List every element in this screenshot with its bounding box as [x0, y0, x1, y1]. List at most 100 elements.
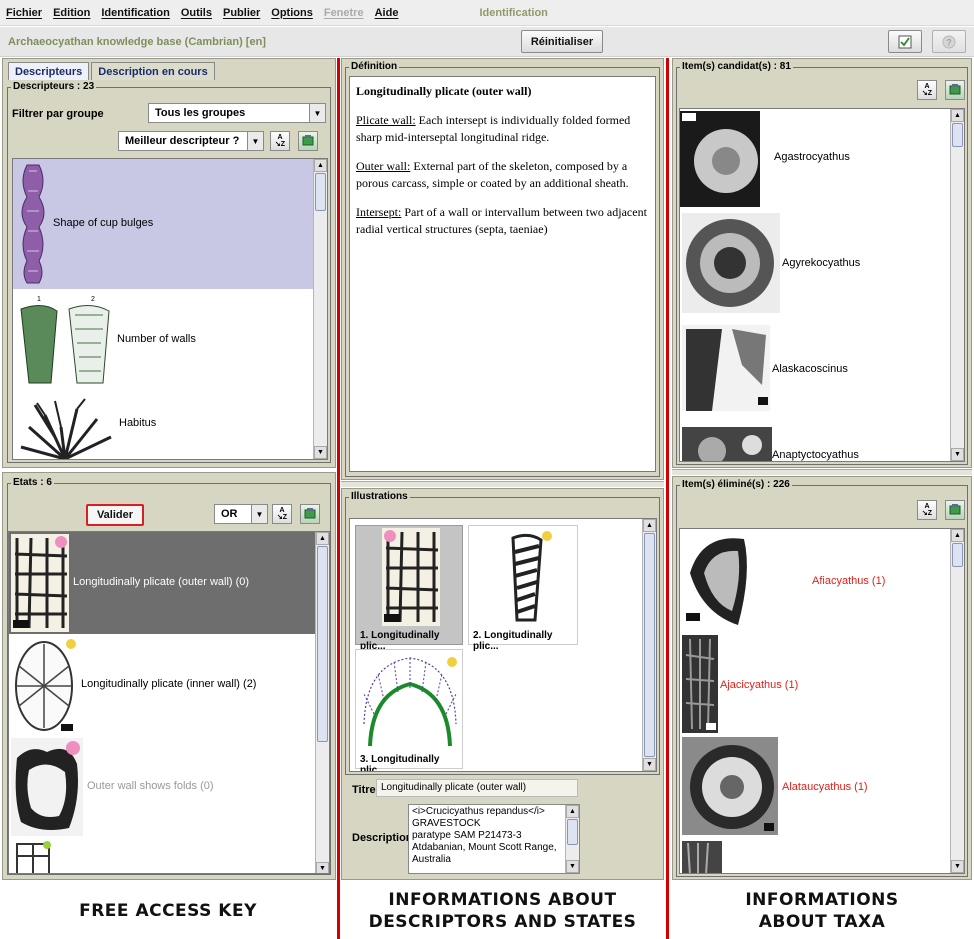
scroll-thumb[interactable]: [644, 533, 655, 757]
sort-az-icon[interactable]: A ↘Z: [917, 500, 937, 520]
list-item[interactable]: Agastrocyathus: [680, 109, 952, 209]
group-filter-select[interactable]: Tous les groupes ▼: [148, 103, 326, 123]
help-icon: ?: [942, 35, 956, 48]
list-item[interactable]: Ajacicyathus (1): [680, 633, 952, 735]
illustration-item[interactable]: 1. Longitudinally plic...: [355, 525, 463, 652]
toolbar: Archaeocyathan knowledge base (Cambrian)…: [0, 27, 974, 57]
menu-edition[interactable]: Edition: [53, 7, 90, 19]
illustration-scrollbar[interactable]: ▲ ▼: [642, 519, 656, 771]
list-item[interactable]: 12 Number of walls: [13, 291, 315, 389]
split-divider[interactable]: [672, 469, 972, 475]
state-label: Outer wall shows folds (0): [87, 780, 214, 792]
sort-az-icon[interactable]: A ↘Z: [272, 504, 292, 524]
list-item[interactable]: Longitudinally plicate (outer wall) (0): [9, 532, 317, 634]
description-field[interactable]: <i>Crucicyathus repandus</i> GRAVESTOCK …: [408, 804, 580, 874]
definition-legend: Définition: [349, 61, 400, 73]
walls-thumbnail: 12: [20, 296, 110, 384]
eliminated-fieldset: Item(s) éliminé(s) : 226 A ↘Z Afiacyathus…: [676, 479, 968, 877]
menu-aide[interactable]: Aide: [375, 7, 399, 19]
scroll-thumb[interactable]: [567, 819, 578, 845]
scroll-down-icon[interactable]: ▼: [566, 860, 579, 873]
candidate-list-scrollbar[interactable]: ▲ ▼: [950, 109, 964, 461]
green-tool-icon[interactable]: [945, 80, 965, 100]
scroll-thumb[interactable]: [317, 546, 328, 742]
definition-panel: Définition Longitudinally plicate (outer…: [341, 58, 664, 480]
list-item[interactable]: Anaptyctocyathus: [680, 419, 952, 461]
eliminated-list: Afiacyathus (1) Ajacicyathus (1) Alatauc…: [679, 528, 965, 874]
scroll-thumb[interactable]: [952, 123, 963, 147]
description-line: Atdabanian, Mount Scott Range,: [412, 842, 557, 853]
scroll-up-icon[interactable]: ▲: [566, 805, 579, 818]
svg-text:1: 1: [37, 296, 41, 303]
descriptor-list-scrollbar[interactable]: ▲ ▼: [313, 159, 327, 459]
list-item[interactable]: [680, 837, 952, 873]
sort-az-icon[interactable]: A ↘Z: [270, 131, 290, 151]
menu-outils[interactable]: Outils: [181, 7, 212, 19]
scroll-down-icon[interactable]: ▼: [316, 862, 329, 873]
scroll-up-icon[interactable]: ▲: [951, 529, 964, 542]
scroll-down-icon[interactable]: ▼: [951, 448, 964, 461]
definition-text: Longitudinally plicate (outer wall) Plic…: [349, 76, 656, 472]
list-item[interactable]: Habitus: [13, 391, 315, 459]
taxon-thumbnail: [682, 841, 722, 873]
list-item[interactable]: Outer wall shows folds (0): [9, 736, 317, 838]
anaptyctocyathus-thumbnail: [682, 427, 772, 461]
validate-states-button[interactable]: Valider: [86, 504, 144, 526]
tab-descripteurs[interactable]: Descripteurs: [8, 62, 90, 80]
scroll-down-icon[interactable]: ▼: [643, 758, 656, 771]
split-divider[interactable]: [341, 481, 664, 487]
scroll-up-icon[interactable]: ▲: [314, 159, 327, 172]
green-tool-icon[interactable]: [298, 131, 318, 151]
operator-select[interactable]: OR ▼: [214, 504, 268, 524]
svg-text:2: 2: [91, 296, 95, 303]
taxon-label: Alataucyathus (1): [782, 781, 868, 793]
eliminated-list-scrollbar[interactable]: ▲ ▼: [950, 529, 964, 873]
list-item[interactable]: Shape of cup bulges: [13, 159, 315, 289]
chevron-down-icon: ▼: [251, 505, 267, 523]
green-tool-icon[interactable]: [300, 504, 320, 524]
state-list-scrollbar[interactable]: ▲ ▼: [315, 532, 329, 873]
illustration-item[interactable]: 2. Longitudinally plic...: [468, 525, 578, 652]
alaskacoscinus-thumbnail: [682, 325, 770, 411]
list-item[interactable]: Agyrekocyathus: [680, 209, 952, 319]
list-item[interactable]: Afiacyathus (1): [680, 529, 952, 633]
illustration-2-image: [511, 531, 552, 622]
description-line: Australia: [412, 854, 451, 865]
taxon-label: Afiacyathus (1): [812, 575, 886, 587]
list-item[interactable]: [9, 838, 317, 873]
scroll-up-icon[interactable]: ▲: [643, 519, 656, 532]
reset-button[interactable]: Réinitialiser: [521, 30, 603, 53]
sort-az-icon[interactable]: A ↘Z: [917, 80, 937, 100]
validate-toolbar-button[interactable]: [888, 30, 922, 53]
description-scrollbar[interactable]: ▲ ▼: [565, 805, 579, 873]
mode-label: Identification: [479, 6, 548, 19]
scroll-down-icon[interactable]: ▼: [314, 446, 327, 459]
definition-paragraph: Outer wall: External part of the skeleto…: [356, 158, 649, 192]
list-item[interactable]: Alaskacoscinus: [680, 319, 952, 419]
best-descriptor-select[interactable]: Meilleur descripteur ? ▼: [118, 131, 264, 151]
illustration-item[interactable]: 3. Longitudinally plic...: [355, 649, 463, 771]
tab-description-en-cours[interactable]: Description en cours: [91, 62, 215, 80]
menu-identification[interactable]: Identification: [101, 7, 169, 19]
green-tool-icon[interactable]: [945, 500, 965, 520]
states-fieldset: Etats : 6 Valider OR ▼ A ↘Z Longitudinall…: [7, 477, 331, 875]
scroll-down-icon[interactable]: ▼: [951, 860, 964, 873]
taxon-label: Ajacicyathus (1): [720, 679, 799, 691]
state-label: Longitudinally plicate (inner wall) (2): [81, 678, 257, 690]
menu-fichier[interactable]: Fichier: [6, 7, 42, 19]
menu-options[interactable]: Options: [271, 7, 313, 19]
scroll-up-icon[interactable]: ▲: [316, 532, 329, 545]
definition-term: Plicate wall:: [356, 113, 416, 127]
list-item[interactable]: Longitudinally plicate (inner wall) (2): [9, 634, 317, 736]
list-item[interactable]: Alataucyathus (1): [680, 735, 952, 837]
caption-descriptors-line1: INFORMATIONS ABOUT: [388, 890, 617, 910]
illustration-gallery: 1. Longitudinally plic... 2. Longitudina…: [349, 518, 657, 772]
taxon-label: Alaskacoscinus: [772, 363, 848, 375]
definition-fieldset: Définition Longitudinally plicate (outer…: [345, 61, 660, 477]
scroll-thumb[interactable]: [315, 173, 326, 211]
title-field[interactable]: Longitudinally plicate (outer wall): [376, 779, 578, 797]
scroll-thumb[interactable]: [952, 543, 963, 567]
afiacyathus-thumbnail: [686, 538, 747, 625]
menu-publier[interactable]: Publier: [223, 7, 260, 19]
scroll-up-icon[interactable]: ▲: [951, 109, 964, 122]
